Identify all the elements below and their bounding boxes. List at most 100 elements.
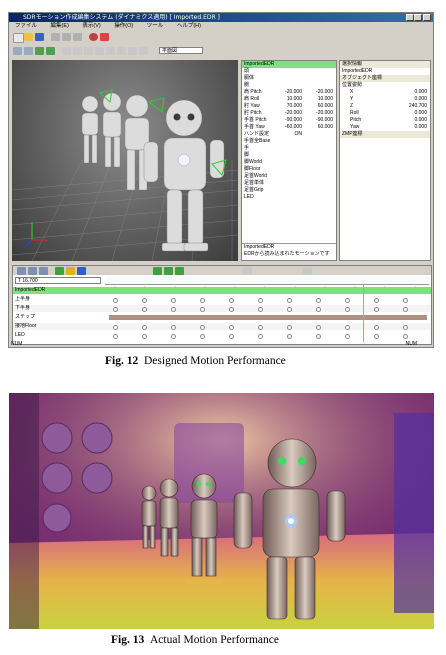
timeline-track[interactable]: 上半身 (13, 296, 431, 303)
keyframe-marker[interactable] (200, 298, 205, 303)
joint-row[interactable]: 手首全Base (242, 138, 336, 145)
open-folder-icon[interactable] (24, 33, 33, 41)
joint-row[interactable]: 脚World (242, 159, 336, 166)
play-forward-icon[interactable] (46, 47, 55, 55)
save-icon[interactable] (35, 33, 44, 41)
joint-value-target[interactable]: 10.000 (318, 96, 333, 103)
joint-value-current[interactable]: ON (295, 131, 303, 138)
keyframe-marker[interactable] (171, 298, 176, 303)
select-tool-icon[interactable] (13, 47, 22, 55)
keyframe-marker[interactable] (142, 307, 147, 312)
joint-value-target[interactable]: 60.000 (318, 124, 333, 131)
view-side-icon[interactable] (73, 47, 82, 55)
coordinate-row[interactable]: Pitch 0.000 (340, 117, 430, 124)
prev-frame-icon[interactable] (153, 267, 162, 275)
keyframe-marker[interactable] (403, 307, 408, 312)
time-field[interactable]: T 16.700 (15, 277, 101, 284)
key-copy-icon[interactable] (66, 267, 75, 275)
coordinate-value[interactable]: 240.700 (409, 103, 427, 110)
joint-row[interactable]: 足首World (242, 173, 336, 180)
grid-toggle-icon[interactable] (139, 47, 148, 55)
menu-help[interactable]: ヘルプ(H) (177, 23, 201, 29)
keyframe-marker[interactable] (403, 325, 408, 330)
section-zmp[interactable]: ZMP座標 (340, 131, 430, 138)
panel-title[interactable]: ImportedEDR (242, 61, 336, 68)
view-top-icon[interactable] (84, 47, 93, 55)
keyframe-marker[interactable] (374, 298, 379, 303)
zoom-out-icon[interactable] (28, 267, 37, 275)
view-front-icon[interactable] (62, 47, 71, 55)
joint-row[interactable]: 肩 Roll 10.000 10.000 (242, 96, 336, 103)
joint-row[interactable]: 足首Grip (242, 187, 336, 194)
keyframe-marker[interactable] (316, 334, 321, 339)
coordinate-value[interactable]: 0.000 (414, 117, 427, 124)
menu-file[interactable]: ファイル (15, 23, 37, 29)
step-bar[interactable] (109, 315, 427, 320)
joint-value-target[interactable]: -20.000 (316, 110, 333, 117)
keyframe-marker[interactable] (258, 307, 263, 312)
menu-operate[interactable]: 操作(O) (114, 23, 133, 29)
menu-edit[interactable]: 編集(E) (51, 23, 69, 29)
coordinate-value[interactable]: 0.000 (414, 124, 427, 131)
joint-row[interactable]: 手首 Pitch -90.000 -90.000 (242, 117, 336, 124)
time-ruler[interactable] (105, 277, 429, 290)
keyframe-marker[interactable] (113, 307, 118, 312)
keyframe-marker[interactable] (345, 307, 350, 312)
keyframe-marker[interactable] (345, 334, 350, 339)
joint-row[interactable]: 頭 (242, 68, 336, 75)
view-mode-select[interactable]: 平面図 (159, 47, 203, 54)
keyframe-marker[interactable] (229, 307, 234, 312)
joint-value-target[interactable]: 60.000 (318, 103, 333, 110)
coordinate-row[interactable]: Roll 0.000 (340, 110, 430, 117)
keyframe-marker[interactable] (374, 325, 379, 330)
joint-row[interactable]: 足首単体 (242, 180, 336, 187)
joint-row[interactable]: 手首 Yaw -60.000 60.000 (242, 124, 336, 131)
menu-view[interactable]: 表示(V) (82, 23, 100, 29)
record-icon[interactable] (89, 33, 98, 41)
joint-row[interactable]: ハンド設定 ON (242, 131, 336, 138)
keyframe-marker[interactable] (403, 298, 408, 303)
zoom-view-icon[interactable] (106, 47, 115, 55)
keyframe-marker[interactable] (316, 325, 321, 330)
fit-view-icon[interactable] (128, 47, 137, 55)
3d-viewport[interactable] (12, 60, 238, 261)
keyframe-marker[interactable] (229, 298, 234, 303)
keyframe-marker[interactable] (258, 298, 263, 303)
loop-icon[interactable] (243, 267, 252, 275)
joint-row[interactable]: 腕 (242, 82, 336, 89)
keyframe-marker[interactable] (287, 325, 292, 330)
joint-row[interactable]: LED (242, 194, 336, 201)
play-back-icon[interactable] (35, 47, 44, 55)
paste-icon[interactable] (73, 33, 82, 41)
timeline-track[interactable]: ステップ (13, 314, 431, 321)
maximize-button[interactable] (414, 14, 422, 21)
keyframe-marker[interactable] (258, 325, 263, 330)
new-file-icon[interactable] (13, 33, 24, 43)
keyframe-marker[interactable] (200, 307, 205, 312)
keyframe-marker[interactable] (113, 298, 118, 303)
keyframe-marker[interactable] (200, 325, 205, 330)
keyframe-marker[interactable] (142, 298, 147, 303)
coordinate-row[interactable]: Z 240.700 (340, 103, 430, 110)
keyframe-marker[interactable] (113, 334, 118, 339)
keyframe-marker[interactable] (403, 334, 408, 339)
joint-value-current[interactable]: -20.000 (285, 89, 302, 96)
close-button[interactable] (423, 14, 431, 21)
keyframe-marker[interactable] (316, 307, 321, 312)
joint-value-current[interactable]: -90.000 (285, 117, 302, 124)
menu-tools[interactable]: ツール (147, 23, 164, 29)
keyframe-marker[interactable] (374, 334, 379, 339)
keyframe-marker[interactable] (287, 298, 292, 303)
keyframe-marker[interactable] (142, 325, 147, 330)
joint-row[interactable]: 肘 Pitch -20.000 -20.000 (242, 110, 336, 117)
coordinate-value[interactable]: 0.000 (414, 96, 427, 103)
coordinate-value[interactable]: 0.000 (414, 89, 427, 96)
timeline-track[interactable]: LED (13, 332, 431, 339)
play-icon[interactable] (164, 267, 173, 275)
keyframe-marker[interactable] (200, 334, 205, 339)
joint-row[interactable]: 胴体 (242, 75, 336, 82)
keyframe-marker[interactable] (258, 334, 263, 339)
keyframe-marker[interactable] (287, 307, 292, 312)
joint-value-target[interactable]: -20.000 (316, 89, 333, 96)
coordinate-row[interactable]: Y 0.000 (340, 96, 430, 103)
